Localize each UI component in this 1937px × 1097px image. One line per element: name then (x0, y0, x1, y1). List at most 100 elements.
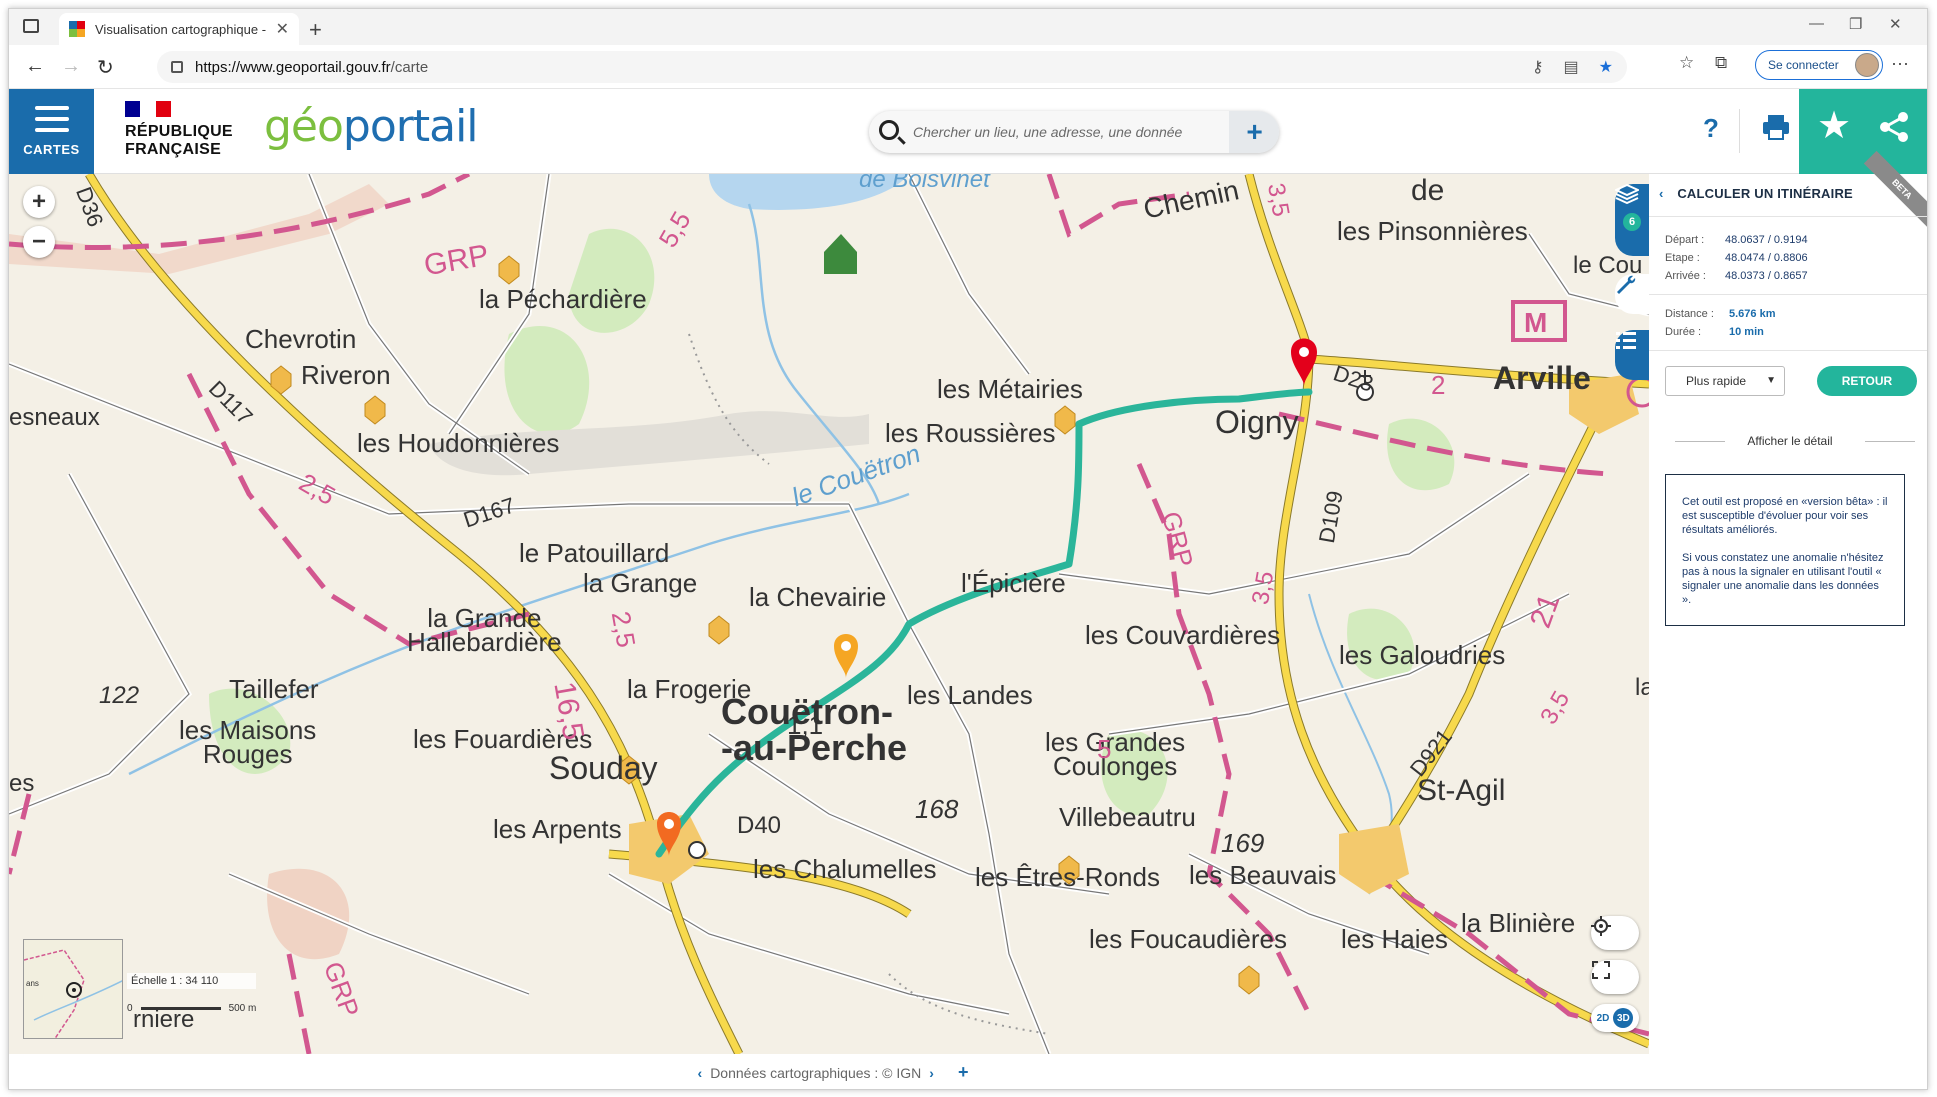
map-label: les Chalumelles (753, 854, 937, 884)
wrench-icon (1617, 275, 1636, 294)
more-icon[interactable]: ··· (1891, 53, 1909, 74)
arrivee-row: Arrivée : 48.0373 / 0.8657 (1665, 270, 1808, 282)
distance-value: 5.676 km (1729, 308, 1776, 320)
etape-label: Etape : (1665, 252, 1700, 264)
chevron-left-icon[interactable]: ‹ (698, 1065, 703, 1081)
map-label: 5 (1097, 734, 1112, 764)
depart-label: Départ : (1665, 234, 1705, 246)
locate-icon (1591, 916, 1611, 936)
url-input[interactable]: https://www.geoportail.gouv.fr/carte ⚷ ▤… (157, 51, 1627, 83)
fullscreen-button[interactable] (1591, 960, 1639, 994)
collections-icon[interactable]: ⧉ (1715, 53, 1727, 73)
layers-count-badge: 6 (1623, 213, 1641, 231)
route-mode-select[interactable]: Plus rapide ▼ (1665, 366, 1785, 396)
map-label: 122 (99, 682, 140, 709)
map-label: les Galoudries (1339, 640, 1506, 670)
search-placeholder: Chercher un lieu, une adresse, une donné… (913, 124, 1183, 140)
show-detail-link[interactable]: Afficher le détail (1665, 434, 1915, 448)
map-label: 3,5 (1247, 569, 1280, 607)
geoportail-logo[interactable]: géoportail (264, 101, 479, 152)
zoom-in-button[interactable]: + (23, 186, 55, 218)
restore-icon[interactable]: ❐ (1849, 15, 1862, 33)
header-actions: ★ (1799, 89, 1927, 174)
close-tab-icon[interactable]: ✕ (276, 19, 289, 39)
depart-value: 48.0637 / 0.9194 (1725, 234, 1808, 246)
etape-value: 48.0474 / 0.8806 (1725, 252, 1808, 264)
browser-tab[interactable]: Visualisation cartographique - G ✕ (59, 13, 299, 45)
add-data-button[interactable]: + (1229, 111, 1279, 153)
mode-3d[interactable]: 3D (1613, 1008, 1634, 1028)
chevron-left-icon[interactable]: ‹ (1659, 186, 1664, 201)
avatar (1855, 53, 1879, 77)
key-icon[interactable]: ⚷ (1532, 57, 1544, 77)
fullscreen-icon (1592, 961, 1610, 979)
reader-icon[interactable]: ▤ (1564, 57, 1579, 77)
map-label: esneaux (9, 404, 100, 431)
refresh-icon[interactable]: ↻ (97, 55, 114, 80)
map-label: 2 (1431, 370, 1446, 400)
layers-icon (1615, 184, 1639, 204)
minimize-icon[interactable]: — (1809, 15, 1824, 32)
hamburger-icon (34, 106, 69, 132)
close-window-icon[interactable]: ✕ (1889, 15, 1902, 33)
scale-end: 500 m (228, 1003, 257, 1014)
rf-line2: FRANÇAISE (125, 141, 222, 158)
favorites-icon[interactable]: ☆ (1679, 53, 1694, 73)
map-label: les Landes (907, 680, 1033, 710)
print-icon[interactable] (1761, 113, 1791, 141)
geolocate-button[interactable] (1591, 916, 1639, 950)
forward-icon[interactable]: → (61, 55, 81, 78)
map-footer: ‹ Données cartographiques : © IGN › + (9, 1054, 1649, 1089)
chevron-right-icon[interactable]: › (929, 1065, 934, 1081)
arrivee-value: 48.0373 / 0.8657 (1725, 270, 1808, 282)
itinerary-panel: ‹ CALCULER UN ITINÉRAIRE BETA Départ :48… (1649, 150, 1927, 1089)
map-label: Oigny (1215, 404, 1299, 440)
cartes-menu-button[interactable]: CARTES (9, 89, 94, 174)
share-icon[interactable] (1879, 111, 1909, 148)
map-label: l'Épicière (961, 568, 1066, 598)
map-label: la Chevairie (749, 582, 887, 612)
view-mode-toggle[interactable]: 2D 3D (1591, 1004, 1639, 1032)
layers-tab[interactable]: 6 (1615, 184, 1649, 256)
map-label: la Grande Hallebardière (407, 603, 562, 657)
mode-2d[interactable]: 2D (1597, 1013, 1610, 1024)
lock-icon (171, 61, 183, 73)
favorites-star-icon[interactable]: ★ (1817, 103, 1851, 148)
sign-in-button[interactable]: Se connecter (1755, 50, 1883, 80)
map-label: les Houdonnières (357, 428, 560, 458)
scale-bar: Échelle 1 : 34 110 0 500 m (127, 973, 257, 1014)
duree-value: 10 min (1729, 326, 1764, 338)
map-label: Souday (549, 750, 658, 786)
map-label: les Couvardières (1085, 620, 1281, 650)
etape-row: Etape : 48.0474 / 0.8806 (1665, 252, 1808, 264)
map-label: les Arpents (493, 814, 622, 844)
tab-bar: Visualisation cartographique - G ✕ + — ❐… (9, 9, 1927, 45)
tools-tab[interactable] (1615, 274, 1649, 314)
flag-icon (125, 101, 171, 117)
notice-p2: Si vous constatez une anomalie n'hésitez… (1682, 552, 1884, 606)
search-input[interactable]: Chercher un lieu, une adresse, une donné… (869, 111, 1279, 153)
map-label: les Haies (1341, 924, 1448, 954)
map-label: les Êtres-Ronds (975, 862, 1160, 892)
map-label: 1,1 (787, 710, 824, 740)
logo-part1: géo (264, 101, 344, 152)
tab-actions-icon[interactable] (23, 19, 39, 33)
favorite-star-icon[interactable]: ★ (1599, 57, 1613, 77)
back-icon[interactable]: ← (25, 55, 45, 78)
duree-label: Durée : (1665, 326, 1702, 338)
legend-tab[interactable] (1615, 330, 1649, 380)
map-canvas[interactable]: M Chemin de les Pinsonnières le Cou la P… (9, 174, 1649, 1054)
notice-p1: Cet outil est proposé en «version bêta» … (1682, 496, 1888, 536)
map-label: la Blinière (1461, 908, 1576, 938)
attribution-plus-icon[interactable]: + (958, 1062, 969, 1083)
map-label: 168 (915, 794, 959, 824)
new-tab-icon[interactable]: + (309, 17, 322, 43)
geoportail-favicon-icon (69, 21, 85, 37)
logo-part2: portail (342, 101, 479, 152)
address-bar: ← → ↻ https://www.geoportail.gouv.fr/car… (9, 45, 1927, 89)
duree-row: Durée : 10 min (1665, 326, 1764, 338)
minimap[interactable]: ans (23, 939, 123, 1039)
retour-button[interactable]: RETOUR (1817, 366, 1917, 396)
zoom-out-button[interactable]: − (23, 226, 55, 258)
help-button[interactable]: ? (1703, 113, 1719, 144)
